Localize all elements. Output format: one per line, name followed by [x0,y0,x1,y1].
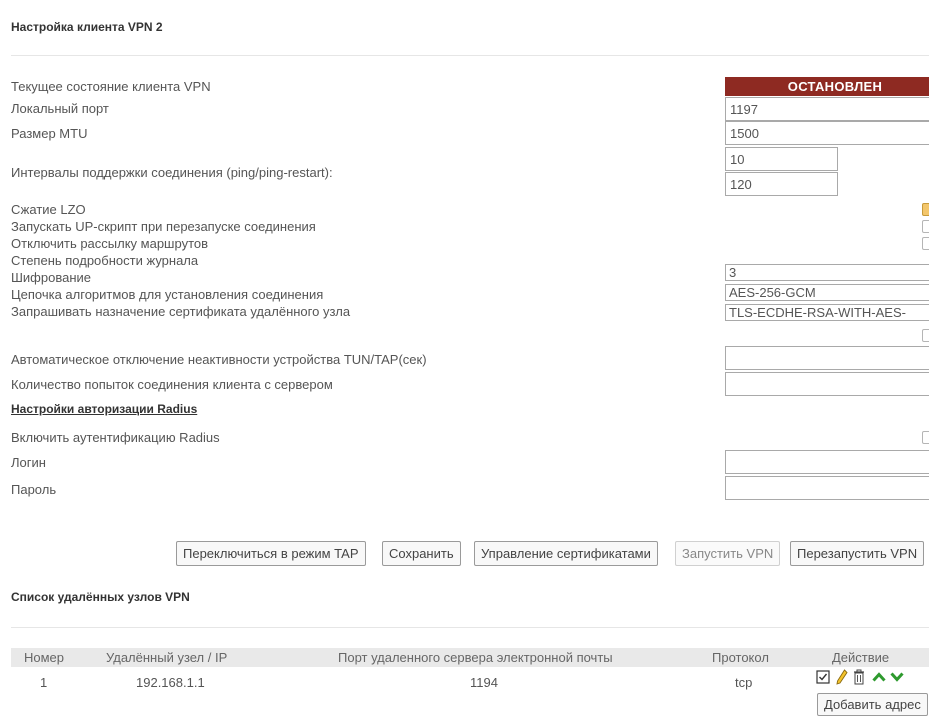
row-host: 192.168.1.1 [136,675,205,690]
state-label: Текущее состояние клиента VPN [11,79,211,94]
radius-settings-link[interactable]: Настройки авторизации Radius [11,402,197,416]
tap-mode-button[interactable]: Переключиться в режим TAP [176,541,366,566]
restart-vpn-button[interactable]: Перезапустить VPN [790,541,925,566]
col-header-port: Порт удаленного сервера электронной почт… [338,650,613,665]
mtu-label: Размер MTU [11,126,88,141]
col-header-host: Удалённый узел / IP [106,650,228,665]
no-routes-checkbox[interactable] [922,237,929,250]
inactive-input[interactable] [725,346,929,370]
section-title-vpn-client: Настройка клиента VPN 2 [11,20,163,34]
cipher-select[interactable]: AES-256-GCM ⌄ [725,284,929,301]
mtu-input[interactable] [725,121,929,145]
remote-cert-label: Запрашивать назначение сертификата удалё… [11,304,351,319]
start-vpn-button[interactable]: Запустить VPN [675,541,781,566]
login-label: Логин [11,455,46,470]
lzo-label: Сжатие LZO [11,202,86,217]
row-number: 1 [40,675,48,690]
radius-enable-checkbox[interactable] [922,431,929,444]
log-level-select[interactable]: 3 ⌄ [725,264,929,281]
cipher-label: Шифрование [11,270,91,285]
inactive-label: Автоматическое отключение неактивности у… [11,352,427,367]
row-protocol: tcp [735,675,753,690]
log-level-value: 3 [729,265,737,280]
password-label: Пароль [11,482,57,497]
local-port-input[interactable] [725,97,929,121]
password-input[interactable] [725,476,929,500]
arrow-up-icon[interactable] [872,671,886,683]
local-port-label: Локальный порт [11,101,109,116]
log-level-label: Степень подробности журнала [11,253,199,268]
retry-input[interactable] [725,372,929,396]
col-header-protocol: Протокол [712,650,769,665]
pencil-icon[interactable] [836,669,848,685]
ping-input[interactable] [725,147,838,171]
lzo-checkbox[interactable] [922,203,929,216]
col-header-number: Номер [24,650,65,665]
section-title-remote-nodes: Список удалённых узлов VPN [11,590,190,604]
certificates-button[interactable]: Управление сертификатами [474,541,658,566]
tls-cipher-select[interactable]: TLS-ECDHE-RSA-WITH-AES- ⌄ [725,304,929,321]
tls-cipher-value: TLS-ECDHE-RSA-WITH-AES- [729,305,906,320]
keepalive-label: Интервалы поддержки соединения (ping/pin… [11,165,333,180]
save-button[interactable]: Сохранить [382,541,461,566]
retry-label: Количество попыток соединения клиента с … [11,377,333,392]
up-script-label: Запускать UP-скрипт при перезапуске соед… [11,219,316,234]
status-badge: ОСТАНОВЛЕН [725,77,929,96]
checkbox-icon[interactable] [816,670,830,684]
radius-enable-label: Включить аутентификацию Radius [11,430,220,445]
tls-cipher-label: Цепочка алгоритмов для установления соед… [11,287,324,302]
row-port: 1194 [470,675,498,690]
cipher-value: AES-256-GCM [729,285,816,300]
trash-icon[interactable] [853,669,865,685]
divider [11,627,929,628]
add-address-button[interactable]: Добавить адрес [817,693,928,716]
remote-cert-checkbox[interactable] [922,329,929,342]
arrow-down-icon[interactable] [890,671,904,683]
divider [11,55,929,56]
up-script-checkbox[interactable] [922,220,929,233]
col-header-action: Действие [832,650,890,665]
login-input[interactable] [725,450,929,474]
no-routes-label: Отключить рассылку маршрутов [11,236,209,251]
ping-restart-input[interactable] [725,172,838,196]
